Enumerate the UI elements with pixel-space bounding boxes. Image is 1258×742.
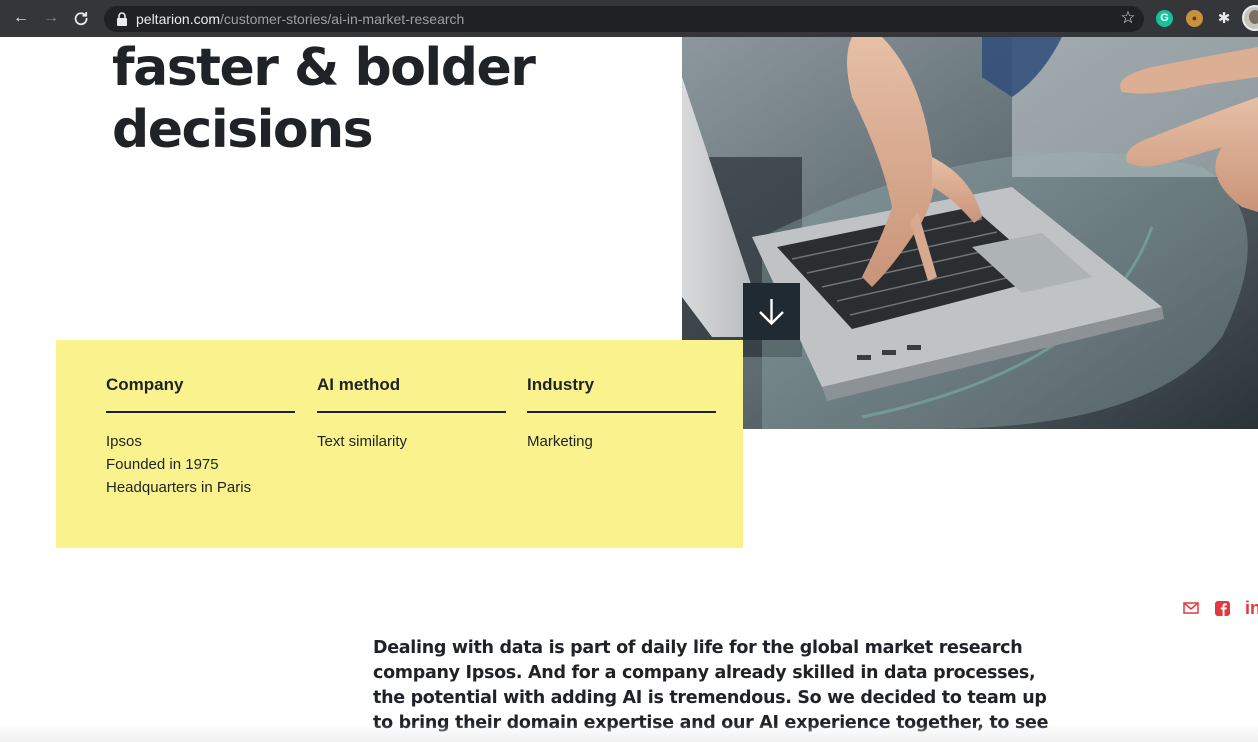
intro-line: the potential with adding AI is tremendo… — [373, 688, 1047, 708]
forward-icon[interactable]: → — [40, 7, 62, 29]
profile-avatar[interactable] — [1242, 5, 1258, 31]
grammarly-icon[interactable]: G — [1156, 10, 1173, 27]
facts-column-ai-method: AI method Text similarity — [317, 374, 506, 453]
page-headline: faster & bolder decisions — [112, 37, 536, 161]
lock-icon — [117, 12, 127, 26]
facts-value: Founded in 1975 — [106, 456, 219, 473]
scroll-down-button[interactable] — [743, 283, 800, 340]
hero-photo — [682, 37, 1258, 429]
article-intro: Dealing with data is part of daily life … — [373, 636, 1049, 736]
reload-icon[interactable] — [70, 7, 92, 29]
arrow-down-icon — [759, 299, 784, 326]
facts-value: Headquarters in Paris — [106, 479, 252, 496]
divider — [527, 411, 716, 413]
facts-heading: AI method — [317, 375, 401, 394]
linkedin-icon[interactable]: in — [1245, 598, 1258, 618]
intro-line: Dealing with data is part of daily life … — [373, 638, 1023, 658]
divider — [317, 411, 506, 413]
headline-line: decisions — [112, 100, 374, 160]
browser-toolbar: ← → peltarion.com/customer-stories/ai-in… — [0, 0, 1258, 37]
facts-value: Ipsos — [106, 433, 142, 450]
headline-line: faster & bolder — [112, 38, 536, 98]
facts-heading: Industry — [527, 375, 595, 394]
facts-heading: Company — [106, 375, 184, 394]
facts-column-company: Company Ipsos Founded in 1975 Headquarte… — [106, 374, 295, 499]
facts-panel: Company Ipsos Founded in 1975 Headquarte… — [56, 340, 743, 548]
facts-value: Marketing — [527, 433, 593, 450]
back-icon[interactable]: ← — [10, 7, 32, 29]
bookmark-star-icon[interactable]: ☆ — [1118, 7, 1138, 29]
cookie-icon[interactable]: ● — [1186, 10, 1203, 27]
bottom-fade — [0, 724, 1258, 742]
url-text: peltarion.com/customer-stories/ai-in-mar… — [136, 11, 465, 27]
facts-value: Text similarity — [317, 433, 408, 450]
mail-icon[interactable] — [1182, 598, 1200, 618]
intro-line: company Ipsos. And for a company already… — [373, 663, 1036, 683]
divider — [106, 411, 295, 413]
puzzle-icon[interactable]: ✱ — [1215, 10, 1233, 28]
address-bar[interactable]: peltarion.com/customer-stories/ai-in-mar… — [104, 6, 1144, 32]
facts-column-industry: Industry Marketing — [527, 374, 716, 453]
facebook-icon[interactable] — [1214, 598, 1232, 618]
